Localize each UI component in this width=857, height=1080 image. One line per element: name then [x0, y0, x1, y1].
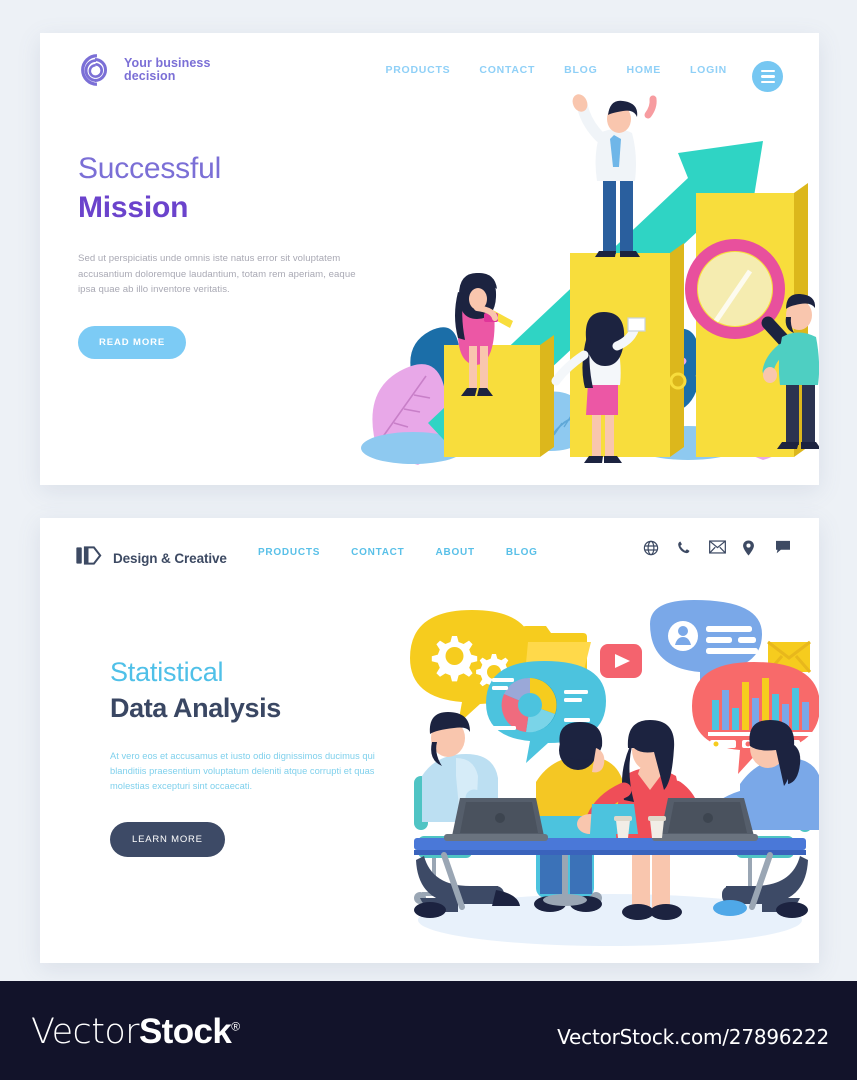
nav-link-contact[interactable]: CONTACT: [479, 64, 535, 76]
character-woman-clipboard: [455, 273, 513, 396]
nav-link-blog[interactable]: BLOG: [564, 64, 597, 76]
character-woman-presenting: [551, 312, 646, 463]
laptop-center: [590, 804, 638, 834]
nav-link-home[interactable]: HOME: [627, 64, 662, 76]
character-standing-presenter: [577, 720, 700, 920]
vectorstock-url: VectorStock.com/27896222: [557, 1025, 829, 1049]
brand-logo-your-business-decision[interactable]: Your business decision: [77, 51, 211, 89]
panel-two-title-line1: Statistical: [110, 657, 224, 687]
page-stage: Your business decision PRODUCTS CONTACT …: [0, 0, 857, 1080]
nav-link-products[interactable]: PRODUCTS: [385, 64, 450, 76]
character-seated-center: [534, 722, 674, 912]
team-meeting-data-analysis-illustration: [410, 600, 819, 946]
character-man-cheering: [572, 94, 657, 257]
panel-one-nav: PRODUCTS CONTACT BLOG HOME LOGIN: [385, 64, 727, 76]
panel-two-copy-block: Statistical Data Analysis At vero eos et…: [110, 655, 430, 857]
read-more-button[interactable]: READ MORE: [78, 325, 187, 359]
nav-link-contact[interactable]: CONTACT: [351, 547, 404, 558]
character-man-magnifier: [762, 293, 819, 449]
spiral-swirl-logo-icon: [77, 51, 115, 89]
phone-icon[interactable]: [676, 540, 692, 556]
panel-two-nav: PRODUCTS CONTACT ABOUT BLOG: [258, 547, 538, 558]
chat-bubble-icon[interactable]: [775, 540, 791, 556]
laptop-right: [652, 798, 758, 841]
magnifying-glass-icon: [685, 239, 797, 354]
brand-name-text: Design & Creative: [113, 550, 227, 566]
hamburger-menu-icon: [760, 69, 775, 72]
panel-one-body-text: Sed ut perspiciatis unde omnis iste natu…: [78, 253, 356, 295]
panel-two-body-text: At vero eos et accusamus et iusto odio d…: [110, 751, 375, 791]
panel-two-title-line2: Data Analysis: [110, 693, 281, 723]
character-seated-left: [414, 712, 521, 918]
globe-icon[interactable]: [643, 540, 659, 556]
nav-link-blog[interactable]: BLOG: [506, 547, 538, 558]
envelope-icon[interactable]: [709, 540, 726, 556]
hexagon-bar-logo-icon: [75, 542, 102, 574]
hamburger-menu-icon: [760, 75, 775, 78]
page-title-line2: Mission: [78, 191, 189, 224]
nav-link-login[interactable]: LOGIN: [690, 64, 727, 76]
laptop-left: [444, 798, 548, 841]
vectorstock-logo: VectorStock®: [31, 1012, 240, 1052]
vectorstock-logo-thick: Stock: [138, 1012, 232, 1051]
page-title-line1: Successful: [78, 152, 222, 185]
brand-logo-design-creative[interactable]: Design & Creative: [75, 542, 227, 574]
brand-name-text: Your business decision: [124, 55, 211, 83]
nav-link-about[interactable]: ABOUT: [436, 547, 475, 558]
panel-one-header: Your business decision PRODUCTS CONTACT …: [40, 33, 819, 105]
learn-more-button[interactable]: LEARN MORE: [110, 822, 225, 857]
vectorstock-logo-thin: Vector: [31, 1012, 140, 1052]
nav-link-products[interactable]: PRODUCTS: [258, 547, 320, 558]
panel-two-utility-icons: [643, 540, 791, 556]
location-pin-icon[interactable]: [742, 540, 758, 556]
character-seated-right: [692, 720, 819, 918]
hamburger-menu-button[interactable]: [752, 61, 783, 92]
business-growth-bar-chart-illustration: [361, 94, 819, 465]
registered-trademark-icon: ®: [231, 1019, 240, 1034]
vectorstock-watermark-footer: VectorStock® VectorStock.com/27896222: [0, 981, 857, 1080]
panel-one-copy-block: Successful Mission Sed ut perspiciatis u…: [78, 150, 378, 359]
hamburger-menu-icon: [760, 81, 775, 84]
